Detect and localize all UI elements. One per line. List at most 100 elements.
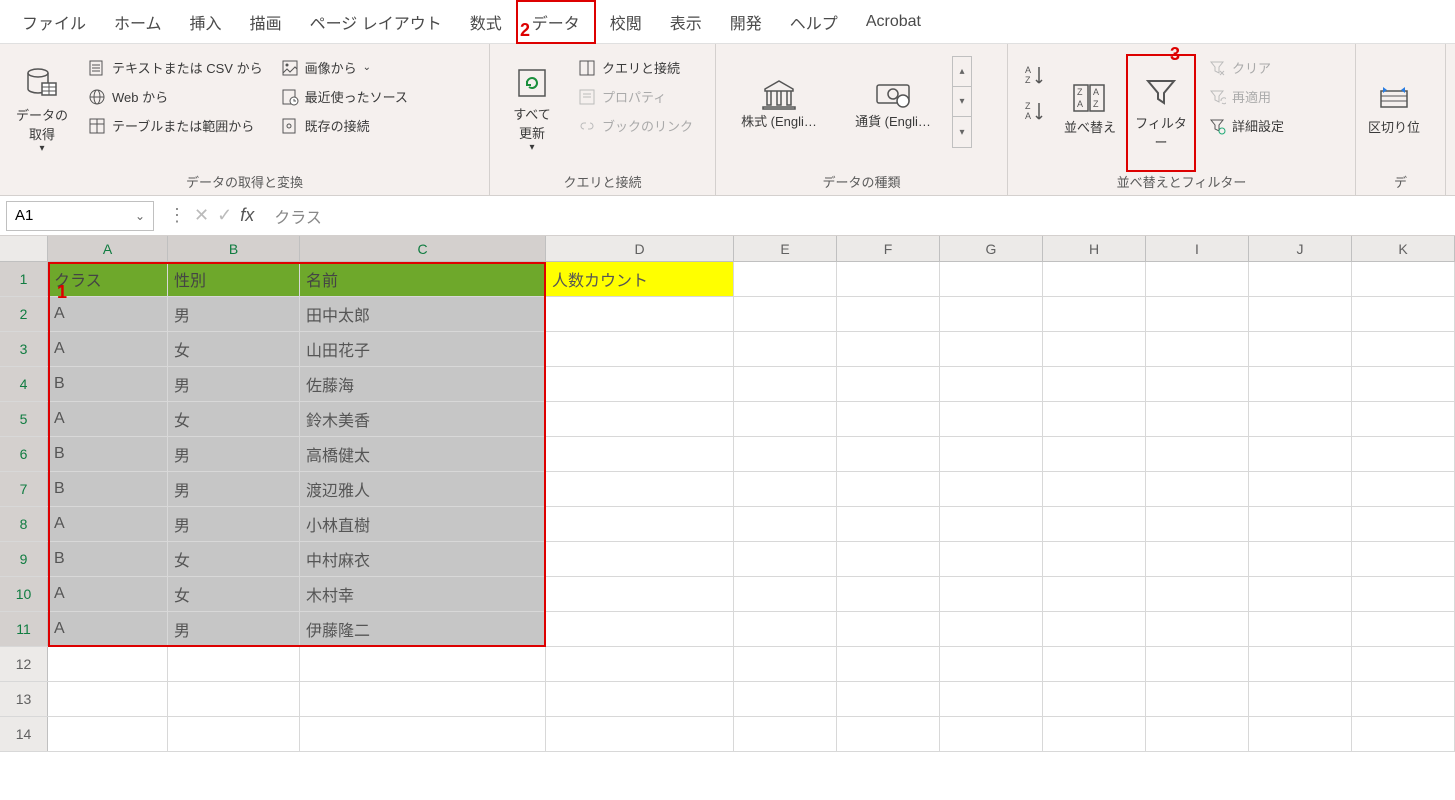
cell-B14[interactable] — [168, 717, 300, 751]
cell-C4[interactable]: 佐藤海 — [300, 367, 546, 401]
cell-H10[interactable] — [1043, 577, 1146, 611]
text-to-columns-button[interactable]: 区切り位 — [1364, 54, 1424, 164]
cell-H7[interactable] — [1043, 472, 1146, 506]
cell-F4[interactable] — [837, 367, 940, 401]
cell-D9[interactable] — [546, 542, 734, 576]
tab-校閲[interactable]: 校閲 — [596, 2, 656, 42]
formula-input[interactable]: クラス — [262, 204, 1455, 228]
cell-G10[interactable] — [940, 577, 1043, 611]
refresh-all-button[interactable]: すべて 更新 ▾ — [498, 54, 566, 164]
fx-icon[interactable]: fx — [240, 205, 254, 226]
cell-F1[interactable] — [837, 262, 940, 296]
cell-H8[interactable] — [1043, 507, 1146, 541]
cancel-icon[interactable]: ✕ — [194, 205, 209, 226]
cell-E10[interactable] — [734, 577, 837, 611]
cell-F3[interactable] — [837, 332, 940, 366]
cell-J3[interactable] — [1249, 332, 1352, 366]
col-header-D[interactable]: D — [546, 236, 734, 261]
cell-I6[interactable] — [1146, 437, 1249, 471]
row-header-5[interactable]: 5 — [0, 402, 48, 436]
row-header-11[interactable]: 11 — [0, 612, 48, 646]
cell-C13[interactable] — [300, 682, 546, 716]
cell-F5[interactable] — [837, 402, 940, 436]
cell-H11[interactable] — [1043, 612, 1146, 646]
cell-I5[interactable] — [1146, 402, 1249, 436]
cell-H1[interactable] — [1043, 262, 1146, 296]
sort-asc-button[interactable]: AZ — [1022, 62, 1048, 88]
cell-I14[interactable] — [1146, 717, 1249, 751]
row-header-9[interactable]: 9 — [0, 542, 48, 576]
cell-A12[interactable] — [48, 647, 168, 681]
cell-H13[interactable] — [1043, 682, 1146, 716]
cell-B1[interactable]: 性別 — [168, 262, 300, 296]
properties-button[interactable]: プロパティ — [572, 83, 699, 110]
cell-F12[interactable] — [837, 647, 940, 681]
cell-K8[interactable] — [1352, 507, 1455, 541]
cell-K2[interactable] — [1352, 297, 1455, 331]
row-header-6[interactable]: 6 — [0, 437, 48, 471]
cell-I9[interactable] — [1146, 542, 1249, 576]
cell-H9[interactable] — [1043, 542, 1146, 576]
cell-C9[interactable]: 中村麻衣 — [300, 542, 546, 576]
cell-A6[interactable]: B — [48, 437, 168, 471]
cell-D2[interactable] — [546, 297, 734, 331]
col-header-I[interactable]: I — [1146, 236, 1249, 261]
row-header-13[interactable]: 13 — [0, 682, 48, 716]
gallery-up-button[interactable]: ▴ — [953, 57, 971, 87]
cell-K3[interactable] — [1352, 332, 1455, 366]
cell-G8[interactable] — [940, 507, 1043, 541]
cell-A3[interactable]: A — [48, 332, 168, 366]
col-header-J[interactable]: J — [1249, 236, 1352, 261]
cell-E4[interactable] — [734, 367, 837, 401]
cell-E14[interactable] — [734, 717, 837, 751]
cell-J11[interactable] — [1249, 612, 1352, 646]
cell-F9[interactable] — [837, 542, 940, 576]
col-header-E[interactable]: E — [734, 236, 837, 261]
cell-K11[interactable] — [1352, 612, 1455, 646]
filter-button[interactable]: フィルター — [1130, 58, 1192, 168]
row-header-12[interactable]: 12 — [0, 647, 48, 681]
cell-A13[interactable] — [48, 682, 168, 716]
col-header-G[interactable]: G — [940, 236, 1043, 261]
queries-connections-button[interactable]: クエリと接続 — [572, 54, 699, 81]
cell-A5[interactable]: A — [48, 402, 168, 436]
from-table-button[interactable]: テーブルまたは範囲から — [82, 112, 269, 139]
cell-B10[interactable]: 女 — [168, 577, 300, 611]
cell-H14[interactable] — [1043, 717, 1146, 751]
cell-F7[interactable] — [837, 472, 940, 506]
cell-D5[interactable] — [546, 402, 734, 436]
cell-G5[interactable] — [940, 402, 1043, 436]
cell-G13[interactable] — [940, 682, 1043, 716]
stocks-datatype-button[interactable]: 株式 (Engli… — [724, 71, 834, 134]
cell-F14[interactable] — [837, 717, 940, 751]
sort-button[interactable]: ZAAZ 並べ替え — [1060, 54, 1120, 164]
cell-D6[interactable] — [546, 437, 734, 471]
tab-ファイル[interactable]: ファイル — [8, 2, 100, 42]
cell-G3[interactable] — [940, 332, 1043, 366]
row-header-3[interactable]: 3 — [0, 332, 48, 366]
cell-E13[interactable] — [734, 682, 837, 716]
cell-B9[interactable]: 女 — [168, 542, 300, 576]
currency-datatype-button[interactable]: 通貨 (Engli… — [838, 71, 948, 134]
get-data-button[interactable]: データの 取得 ▾ — [8, 54, 76, 164]
cell-G4[interactable] — [940, 367, 1043, 401]
cell-A11[interactable]: A — [48, 612, 168, 646]
row-header-2[interactable]: 2 — [0, 297, 48, 331]
cell-G9[interactable] — [940, 542, 1043, 576]
col-header-K[interactable]: K — [1352, 236, 1455, 261]
tab-数式[interactable]: 数式 — [456, 2, 516, 42]
cell-D10[interactable] — [546, 577, 734, 611]
cell-H4[interactable] — [1043, 367, 1146, 401]
cell-C6[interactable]: 高橋健太 — [300, 437, 546, 471]
row-header-8[interactable]: 8 — [0, 507, 48, 541]
cell-B8[interactable]: 男 — [168, 507, 300, 541]
cell-C14[interactable] — [300, 717, 546, 751]
from-web-button[interactable]: Web から — [82, 83, 269, 110]
cell-K14[interactable] — [1352, 717, 1455, 751]
cell-E6[interactable] — [734, 437, 837, 471]
col-header-B[interactable]: B — [168, 236, 300, 261]
cell-E11[interactable] — [734, 612, 837, 646]
cell-J5[interactable] — [1249, 402, 1352, 436]
workbook-links-button[interactable]: ブックのリンク — [572, 112, 699, 139]
cell-F2[interactable] — [837, 297, 940, 331]
